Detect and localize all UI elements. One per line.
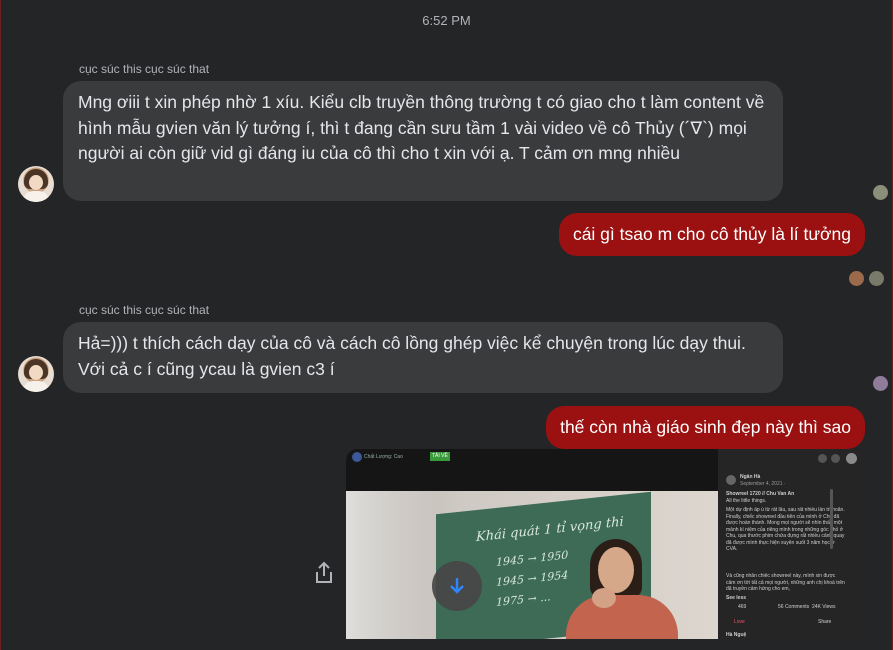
facebook-post-panel: Ngân Hà September 4, 2021 · Showreel 172… xyxy=(718,449,866,639)
download-icon xyxy=(450,578,464,594)
chalk-text: Khái quát 1 tỉ vọng thi xyxy=(476,514,624,546)
read-receipt-avatar xyxy=(868,270,885,287)
love-button: Love xyxy=(734,619,745,625)
post-subtitle: All the little things. xyxy=(726,498,767,504)
next-post-author: Hà Nguệ xyxy=(726,632,747,638)
teacher-hand xyxy=(592,588,616,608)
message-bubble-outgoing[interactable]: cái gì tsao m cho cô thủy là lí tưởng xyxy=(558,213,865,256)
avatar xyxy=(726,475,736,485)
post-date: September 4, 2021 · xyxy=(740,481,786,487)
video-frame: Khái quát 1 tỉ vọng thi 1945 → 1950 1945… xyxy=(346,491,718,639)
image-attachment[interactable]: Chất Lượng: Cao TẢI VỀ Khái quát 1 tỉ vọ… xyxy=(346,449,866,639)
read-receipt-avatar xyxy=(872,184,889,201)
read-receipt-avatar xyxy=(872,375,889,392)
facebook-icon xyxy=(352,452,362,462)
profile-icon xyxy=(846,453,857,464)
messenger-icon xyxy=(818,454,827,463)
scrollbar xyxy=(830,489,833,549)
post-body: Một dự định ấp ủ từ rất lâu, sau rất nhi… xyxy=(726,507,845,552)
share-icon[interactable] xyxy=(312,560,336,586)
message-bubble-incoming[interactable]: Hả=))) t thích cách dạy của cô và cách c… xyxy=(63,322,783,393)
sender-name: cục súc this cục súc that xyxy=(79,62,210,76)
read-receipt-avatar xyxy=(848,270,865,287)
message-bubble-outgoing[interactable]: thế còn nhà giáo sinh đẹp này thì sao xyxy=(546,406,865,449)
notification-icon xyxy=(831,454,840,463)
download-button[interactable] xyxy=(432,561,482,611)
post-body-continued: Và cũng nhân chiếc showreel này, mình xi… xyxy=(726,573,845,592)
player-quality-label: Chất Lượng: Cao xyxy=(364,454,403,460)
chalk-text: 1945 → 1950 xyxy=(496,548,569,569)
see-less-link: See less xyxy=(726,595,747,601)
teacher-body xyxy=(566,595,678,639)
blur-overlay xyxy=(346,491,436,639)
chalk-text: 1975 → ... xyxy=(496,590,551,609)
post-title: Showreel 1720 // Chu Van An xyxy=(726,491,795,497)
avatar[interactable] xyxy=(18,166,54,202)
sender-name: cục súc this cục súc that xyxy=(79,303,210,317)
comment-count: 56 Comments xyxy=(778,604,810,610)
view-count: 24K Views xyxy=(812,604,836,610)
video-player-bar: Chất Lượng: Cao TẢI VỀ xyxy=(346,449,718,491)
player-tag: TẢI VỀ xyxy=(430,452,450,461)
chalk-text: 1945 → 1954 xyxy=(496,568,569,589)
message-bubble-incoming[interactable]: Mng ơiii t xin phép nhờ 1 xíu. Kiểu clb … xyxy=(63,81,783,201)
share-button: Share xyxy=(818,619,832,625)
reaction-count: 469 xyxy=(738,604,747,610)
teacher-face xyxy=(598,547,634,593)
post-author: Ngân Hà xyxy=(740,474,761,480)
avatar[interactable] xyxy=(18,356,54,392)
chat-timestamp: 6:52 PM xyxy=(422,13,471,28)
